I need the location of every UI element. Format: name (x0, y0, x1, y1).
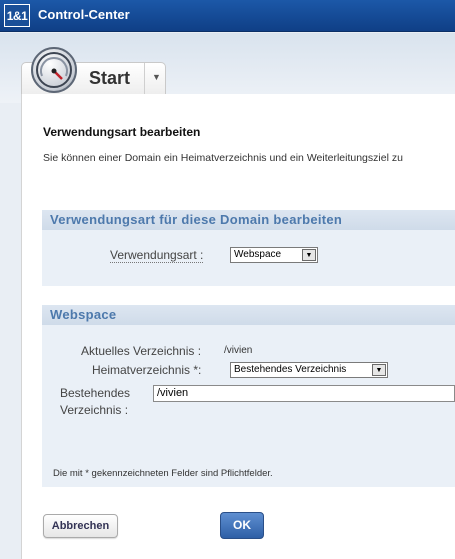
usage-type-label: Verwendungsart : (110, 248, 204, 263)
usage-type-value: Webspace (234, 249, 282, 260)
page-title: Verwendungsart bearbeiten (43, 125, 201, 139)
dropdown-arrow-icon[interactable]: ▼ (302, 249, 316, 261)
usage-type-select[interactable]: Webspace ▼ (230, 247, 318, 263)
webspace-section-heading: Webspace (42, 305, 455, 325)
app-title: Control-Center (38, 7, 130, 22)
tab-start-label: Start (89, 68, 131, 88)
home-dir-label: Heimatverzeichnis *: (92, 363, 202, 377)
required-fields-note: Die mit * gekennzeichneten Felder sind P… (53, 468, 273, 479)
speedometer-icon (31, 47, 77, 93)
home-dir-select[interactable]: Bestehendes Verzeichnis ▼ (230, 362, 388, 378)
brand-logo[interactable]: 1&1 (4, 4, 30, 27)
current-dir-value: /vivien (224, 345, 253, 356)
existing-dir-label-line2: Verzeichnis : (60, 403, 129, 417)
ok-button[interactable]: OK (220, 512, 264, 539)
usage-section-heading: Verwendungsart für diese Domain bearbeit… (42, 210, 455, 230)
chevron-down-icon[interactable]: ▼ (152, 72, 162, 82)
existing-dir-label-line1: Bestehendes (60, 386, 131, 400)
top-bar: 1&1 Control-Center (0, 0, 455, 32)
home-dir-value: Bestehendes Verzeichnis (234, 364, 347, 375)
cancel-button[interactable]: Abbrechen (43, 514, 118, 538)
dropdown-arrow-icon[interactable]: ▼ (372, 364, 386, 376)
existing-dir-input[interactable]: /vivien (153, 385, 455, 402)
tab-separator (144, 63, 145, 94)
intro-text: Sie können einer Domain ein Heimatverzei… (43, 152, 403, 164)
current-dir-label: Aktuelles Verzeichnis : (81, 344, 202, 358)
